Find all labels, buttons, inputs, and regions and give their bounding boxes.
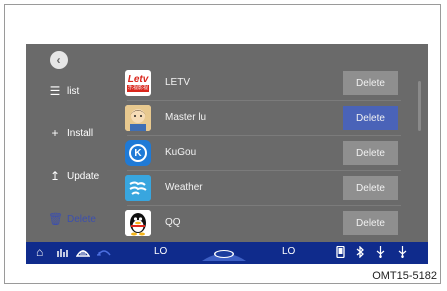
delete-button[interactable]: Delete bbox=[343, 71, 398, 95]
sidebar-item-label: Delete bbox=[67, 213, 96, 225]
delete-button[interactable]: Delete bbox=[343, 211, 398, 235]
app-name: LETV bbox=[165, 77, 191, 88]
sidebar-item-update[interactable]: ↥ Update bbox=[48, 169, 99, 183]
list-item: Letv 乐视影视 LETV Delete bbox=[121, 66, 411, 101]
sidebar-item-delete[interactable]: 🗑 Delete bbox=[48, 212, 96, 226]
right-temperature[interactable]: LO bbox=[282, 246, 295, 257]
recirculation-icon[interactable] bbox=[96, 247, 112, 261]
sidebar-item-install[interactable]: + Install bbox=[48, 126, 93, 140]
figure-caption: OMT15-5182 bbox=[372, 270, 437, 282]
app-manager-screen: ‹ ☰ list + Install ↥ Update 🗑 Delete Let… bbox=[26, 44, 428, 264]
list-item: K KuGou Delete bbox=[121, 136, 411, 171]
master-lu-icon bbox=[125, 105, 151, 131]
bluetooth-icon[interactable] bbox=[356, 245, 364, 261]
trash-icon: 🗑 bbox=[48, 212, 64, 226]
kugou-icon: K bbox=[125, 140, 151, 166]
qq-icon bbox=[125, 210, 151, 236]
list-icon: ☰ bbox=[49, 84, 61, 98]
usb-icon[interactable] bbox=[376, 246, 385, 261]
usb-icon[interactable] bbox=[398, 246, 407, 261]
weather-icon bbox=[125, 175, 151, 201]
upload-icon: ↥ bbox=[49, 169, 61, 183]
chevron-left-icon: ‹ bbox=[56, 53, 61, 67]
status-bar: ⌂ LO LO bbox=[26, 242, 428, 264]
delete-button[interactable]: Delete bbox=[343, 176, 398, 200]
sidebar-item-label: list bbox=[67, 85, 80, 97]
list-item: Weather Delete bbox=[121, 171, 411, 206]
delete-button[interactable]: Delete bbox=[343, 141, 398, 165]
app-name: KuGou bbox=[165, 147, 197, 158]
ford-logo-icon[interactable] bbox=[202, 244, 246, 264]
scrollbar[interactable] bbox=[418, 81, 421, 131]
back-button[interactable]: ‹ bbox=[50, 51, 68, 69]
list-item: Master lu Delete bbox=[121, 101, 411, 136]
letv-icon: Letv 乐视影视 bbox=[125, 70, 151, 96]
home-icon[interactable]: ⌂ bbox=[36, 245, 43, 259]
app-name: QQ bbox=[165, 217, 181, 228]
app-name: Master lu bbox=[165, 112, 207, 123]
sidebar-item-label: Update bbox=[67, 170, 100, 182]
list-item: QQ Delete bbox=[121, 206, 411, 241]
sidebar-item-label: Install bbox=[67, 127, 94, 139]
phone-icon[interactable] bbox=[336, 245, 345, 261]
delete-button[interactable]: Delete bbox=[343, 106, 398, 130]
app-list: Letv 乐视影视 LETV Delete Master lu Delete K… bbox=[121, 44, 411, 240]
sidebar-item-list[interactable]: ☰ list bbox=[48, 84, 80, 98]
defrost-icon[interactable] bbox=[75, 246, 91, 261]
seat-heat-icon[interactable] bbox=[56, 247, 70, 261]
app-name: Weather bbox=[165, 182, 203, 193]
plus-icon: + bbox=[51, 126, 59, 140]
left-temperature[interactable]: LO bbox=[154, 246, 167, 257]
